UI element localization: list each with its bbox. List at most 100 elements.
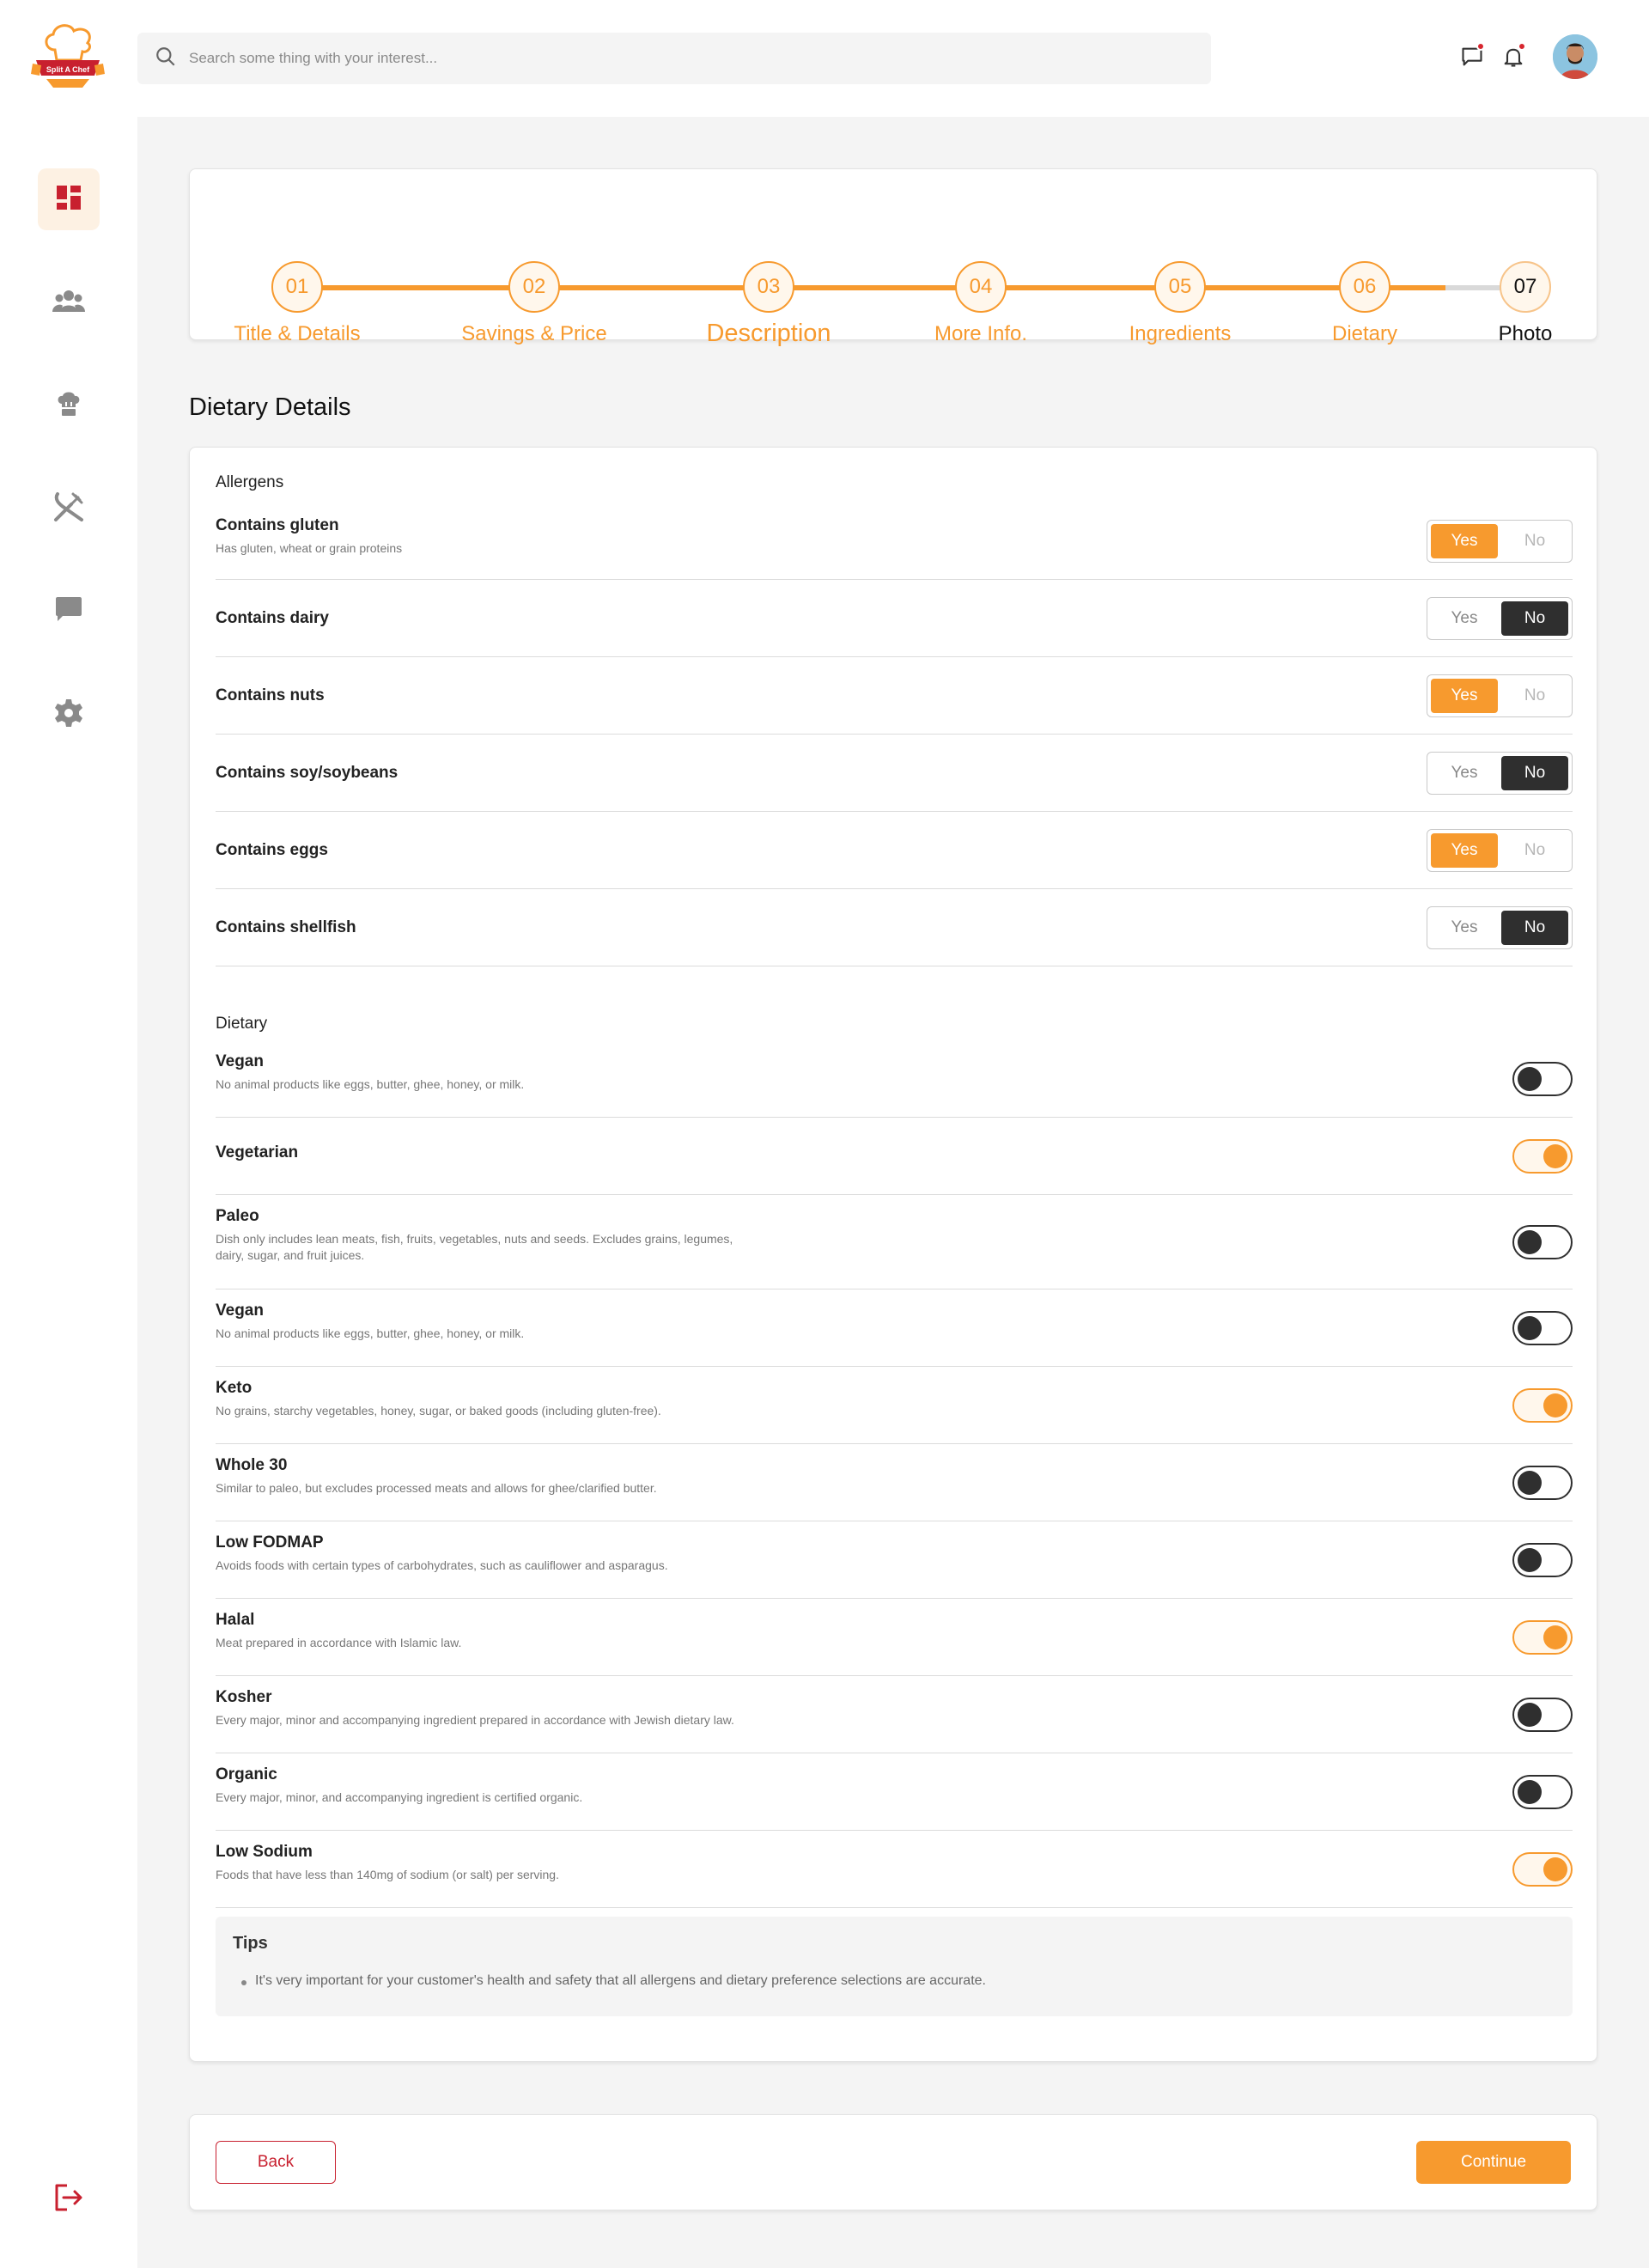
dietary-switch[interactable] <box>1512 1388 1573 1423</box>
allergen-row: Contains eggs Yes No <box>216 812 1573 889</box>
dietary-description: Meat prepared in accordance with Islamic… <box>216 1636 462 1649</box>
dietary-switch[interactable] <box>1512 1852 1573 1887</box>
yes-option[interactable]: Yes <box>1431 679 1498 713</box>
step-4-number[interactable]: 04 <box>955 261 1007 313</box>
switch-knob <box>1543 1144 1567 1168</box>
step-6-number[interactable]: 06 <box>1339 261 1390 313</box>
tips-box: Tips It's very important for your custom… <box>216 1917 1573 2016</box>
no-option[interactable]: No <box>1501 679 1568 713</box>
step-1-label[interactable]: Title & Details <box>234 322 360 346</box>
sidebar-item-settings[interactable] <box>38 684 100 746</box>
dietary-switch[interactable] <box>1512 1543 1573 1577</box>
dietary-description: Foods that have less than 140mg of sodiu… <box>216 1868 559 1881</box>
search-icon <box>155 46 177 72</box>
allergens-heading: Allergens <box>216 473 284 491</box>
sidebar-item-users[interactable] <box>38 271 100 333</box>
dietary-description: Every major, minor and accompanying ingr… <box>216 1713 734 1727</box>
step-3-number[interactable]: 03 <box>743 261 794 313</box>
yes-no-toggle[interactable]: Yes No <box>1427 597 1573 640</box>
tips-item: It's very important for your customer's … <box>255 1973 986 1988</box>
continue-button[interactable]: Continue <box>1416 2141 1571 2184</box>
dietary-title: Low Sodium <box>216 1843 313 1861</box>
allergen-title: Contains dairy <box>216 609 329 627</box>
back-button[interactable]: Back <box>216 2141 336 2184</box>
step-4-label[interactable]: More Info. <box>934 322 1027 346</box>
dietary-description: No grains, starchy vegetables, honey, su… <box>216 1404 661 1418</box>
dietary-switch[interactable] <box>1512 1311 1573 1345</box>
yes-option[interactable]: Yes <box>1431 756 1498 790</box>
dietary-switch[interactable] <box>1512 1225 1573 1259</box>
dashboard-icon <box>55 184 82 216</box>
allergen-title: Contains soy/soybeans <box>216 764 399 782</box>
allergen-row: Contains shellfish Yes No <box>216 889 1573 966</box>
step-7-label[interactable]: Photo <box>1499 322 1553 346</box>
dietary-switch[interactable] <box>1512 1698 1573 1732</box>
yes-option[interactable]: Yes <box>1431 601 1498 636</box>
dietary-details-card: Allergens Contains gluten Has gluten, whe… <box>189 447 1597 2062</box>
dietary-title: Vegetarian <box>216 1143 299 1161</box>
sidebar-item-messages[interactable] <box>38 581 100 643</box>
dietary-switch[interactable] <box>1512 1775 1573 1809</box>
allergen-row: Contains nuts Yes No <box>216 657 1573 735</box>
allergen-row: Contains gluten Has gluten, wheat or grai… <box>216 506 1573 580</box>
step-1-number[interactable]: 01 <box>271 261 323 313</box>
dietary-row: Paleo Dish only includes lean meats, fish… <box>216 1195 1573 1289</box>
dietary-heading: Dietary <box>216 1015 268 1033</box>
allergen-title: Contains eggs <box>216 841 328 859</box>
step-5-number[interactable]: 05 <box>1154 261 1206 313</box>
dietary-description: No animal products like eggs, butter, gh… <box>216 1326 525 1340</box>
no-option[interactable]: No <box>1501 833 1568 868</box>
step-7-number[interactable]: 07 <box>1500 261 1551 313</box>
dietary-title: Kosher <box>216 1688 272 1706</box>
chat-icon[interactable] <box>1458 42 1486 70</box>
dietary-row: Vegetarian <box>216 1118 1573 1195</box>
dietary-title: Keto <box>216 1379 253 1397</box>
avatar[interactable] <box>1553 34 1597 79</box>
sidebar-item-dishes[interactable] <box>38 478 100 540</box>
yes-no-toggle[interactable]: Yes No <box>1427 906 1573 949</box>
yes-no-toggle[interactable]: Yes No <box>1427 674 1573 717</box>
tips-bullet <box>241 1980 246 1985</box>
dietary-switch[interactable] <box>1512 1466 1573 1500</box>
allergen-title: Contains shellfish <box>216 918 356 936</box>
switch-knob <box>1518 1316 1542 1340</box>
dietary-switch[interactable] <box>1512 1620 1573 1655</box>
dietary-switch[interactable] <box>1512 1139 1573 1174</box>
brand-logo[interactable]: Split A Chef <box>31 22 105 93</box>
switch-knob <box>1518 1703 1542 1727</box>
no-option[interactable]: No <box>1501 601 1568 636</box>
yes-option[interactable]: Yes <box>1431 833 1498 868</box>
allergen-title: Contains gluten <box>216 516 339 534</box>
yes-no-toggle[interactable]: Yes No <box>1427 520 1573 563</box>
dietary-switch[interactable] <box>1512 1062 1573 1096</box>
yes-option[interactable]: Yes <box>1431 911 1498 945</box>
dietary-row: Low Sodium Foods that have less than 140m… <box>216 1831 1573 1908</box>
sidebar-item-dashboard[interactable] <box>38 168 100 230</box>
search-bar[interactable] <box>137 33 1211 84</box>
bell-icon[interactable] <box>1500 42 1527 70</box>
sidebar-item-chefs[interactable] <box>38 375 100 436</box>
form-actions: Back Continue <box>189 2114 1597 2210</box>
dietary-description: Avoids foods with certain types of carbo… <box>216 1558 668 1572</box>
search-input[interactable] <box>189 50 1134 67</box>
step-6-label[interactable]: Dietary <box>1332 322 1397 346</box>
yes-option[interactable]: Yes <box>1431 524 1498 558</box>
yes-no-toggle[interactable]: Yes No <box>1427 829 1573 872</box>
logout-button[interactable] <box>38 2168 100 2230</box>
no-option[interactable]: No <box>1501 756 1568 790</box>
chef-hat-icon <box>55 390 82 422</box>
step-2-label[interactable]: Savings & Price <box>461 322 606 346</box>
no-option[interactable]: No <box>1501 911 1568 945</box>
step-5-label[interactable]: Ingredients <box>1129 322 1232 346</box>
yes-no-toggle[interactable]: Yes No <box>1427 752 1573 795</box>
tips-title: Tips <box>233 1934 268 1953</box>
svg-text:Split A Chef: Split A Chef <box>46 65 90 74</box>
step-3-label[interactable]: Description <box>706 320 831 348</box>
dietary-title: Vegan <box>216 1052 264 1070</box>
step-2-number[interactable]: 02 <box>508 261 560 313</box>
dietary-description: Every major, minor, and accompanying ing… <box>216 1790 583 1804</box>
dietary-row: Low FODMAP Avoids foods with certain type… <box>216 1521 1573 1599</box>
dietary-title: Vegan <box>216 1302 264 1320</box>
no-option[interactable]: No <box>1501 524 1568 558</box>
switch-knob <box>1518 1471 1542 1495</box>
